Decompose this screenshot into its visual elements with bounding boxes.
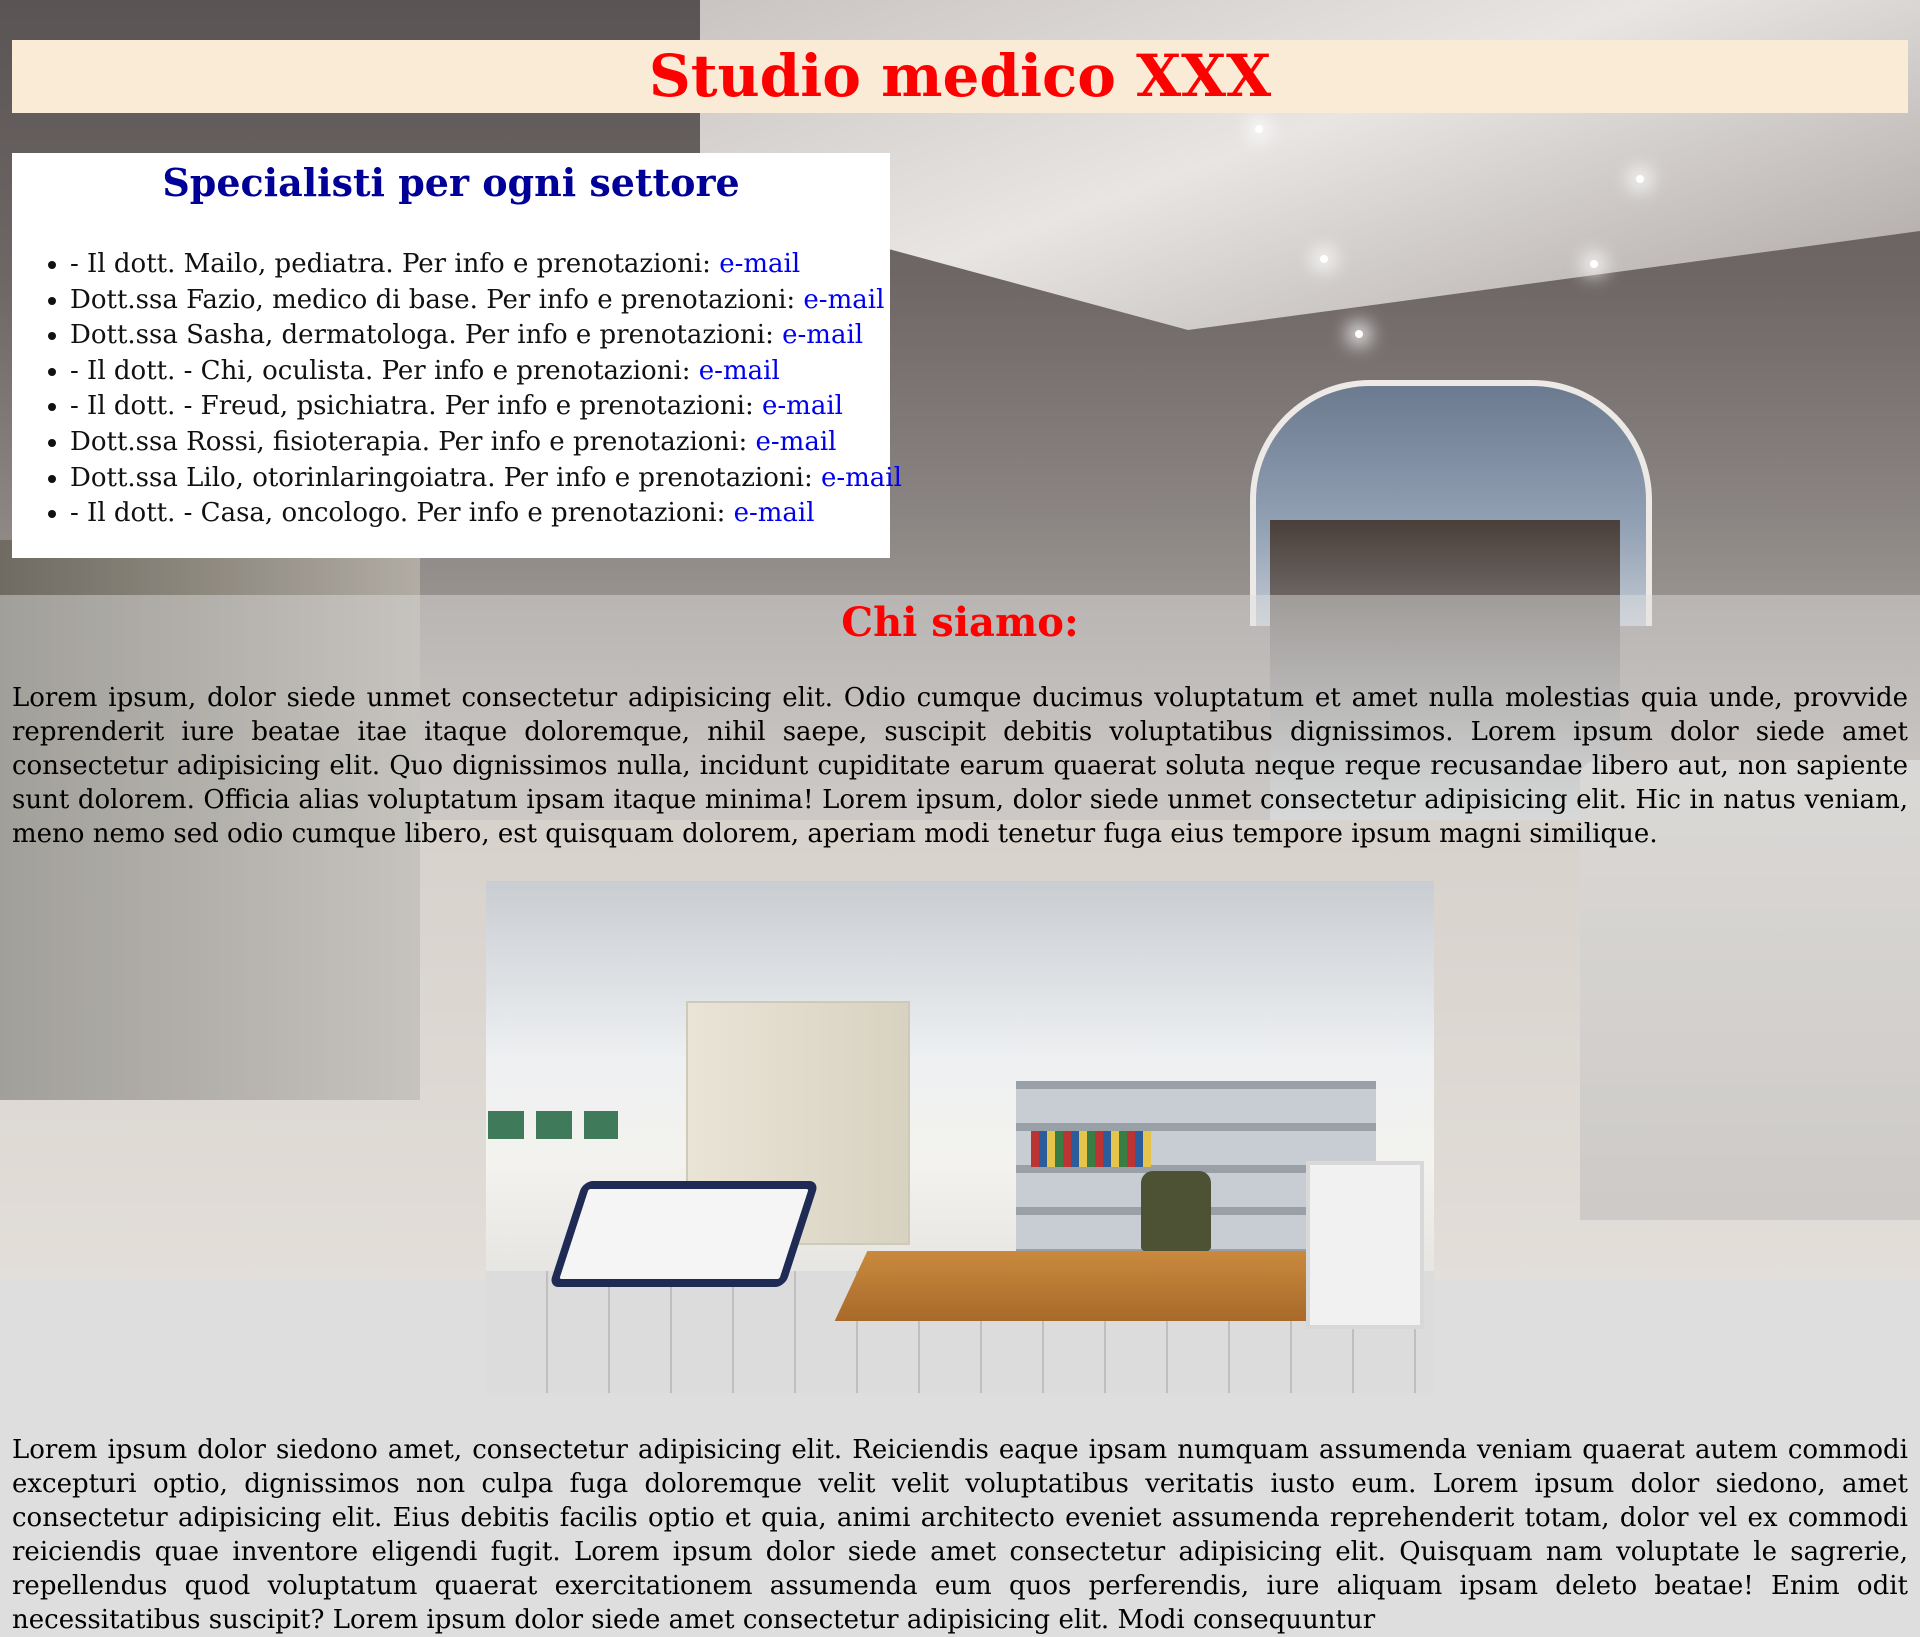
email-link[interactable]: e-mail <box>821 463 902 493</box>
photo-exam-bed <box>548 1181 820 1287</box>
email-link[interactable]: e-mail <box>699 356 780 386</box>
email-link[interactable]: e-mail <box>782 320 863 350</box>
specialist-item: Dott.ssa Fazio, medico di base. Per info… <box>70 283 890 319</box>
email-link[interactable]: e-mail <box>734 498 815 528</box>
specialists-list: - Il dott. Mailo, pediatra. Per info e p… <box>12 247 902 532</box>
ceiling-light <box>1590 260 1598 268</box>
specialist-text: - Il dott. - Freud, psichiatra. Per info… <box>70 391 762 422</box>
about-title: Chi siamo: <box>841 599 1079 646</box>
site-header: Studio medico XXX <box>12 40 1908 113</box>
about-paragraph-1: Lorem ipsum, dolor siede unmet consectet… <box>12 683 1908 849</box>
ceiling-light <box>1636 175 1644 183</box>
ceiling-light <box>1320 255 1328 263</box>
specialist-text: Dott.ssa Rossi, fisioterapia. Per info e… <box>70 426 756 457</box>
specialist-item: Dott.ssa Rossi, fisioterapia. Per info e… <box>70 425 890 461</box>
email-link[interactable]: e-mail <box>719 249 800 279</box>
photo-books <box>1031 1131 1151 1167</box>
specialist-text: - Il dott. - Casa, oncologo. Per info e … <box>70 498 734 529</box>
photo-office-chair <box>1141 1171 1211 1251</box>
email-link[interactable]: e-mail <box>762 391 843 421</box>
specialists-panel: Specialisti per ogni settore - Il dott. … <box>12 153 902 558</box>
specialist-item: Dott.ssa Sasha, dermatologa. Per info e … <box>70 318 890 354</box>
specialist-text: - Il dott. - Chi, oculista. Per info e p… <box>70 355 699 386</box>
ceiling-light <box>1255 125 1263 133</box>
specialist-item: - Il dott. - Casa, oncologo. Per info e … <box>70 496 890 532</box>
specialist-text: Dott.ssa Lilo, otorinlaringoiatra. Per i… <box>70 462 821 493</box>
about-paragraph-2: Lorem ipsum dolor siedono amet, consecte… <box>12 1435 1908 1635</box>
specialist-text: Dott.ssa Sasha, dermatologa. Per info e … <box>70 320 783 351</box>
specialist-item: - Il dott. Mailo, pediatra. Per info e p… <box>70 247 890 283</box>
specialist-item: - Il dott. - Chi, oculista. Per info e p… <box>70 354 890 390</box>
photo-desk <box>834 1251 1348 1321</box>
specialist-text: - Il dott. Mailo, pediatra. Per info e p… <box>70 249 720 279</box>
specialists-title: Specialisti per ogni settore <box>162 160 740 205</box>
photo-monitor <box>1306 1161 1424 1329</box>
photo-wall-paintings <box>488 1111 618 1139</box>
specialist-item: - Il dott. - Freud, psichiatra. Per info… <box>70 389 890 425</box>
specialist-text: Dott.ssa Fazio, medico di base. Per info… <box>70 284 804 315</box>
site-title: Studio medico XXX <box>648 42 1272 110</box>
about-section: Chi siamo: Lorem ipsum, dolor siede unme… <box>12 595 1908 1637</box>
specialist-item: Dott.ssa Lilo, otorinlaringoiatra. Per i… <box>70 461 902 497</box>
clinic-room-photo <box>486 881 1434 1393</box>
email-link[interactable]: e-mail <box>756 427 837 457</box>
email-link[interactable]: e-mail <box>803 285 884 315</box>
ceiling-light <box>1355 330 1363 338</box>
